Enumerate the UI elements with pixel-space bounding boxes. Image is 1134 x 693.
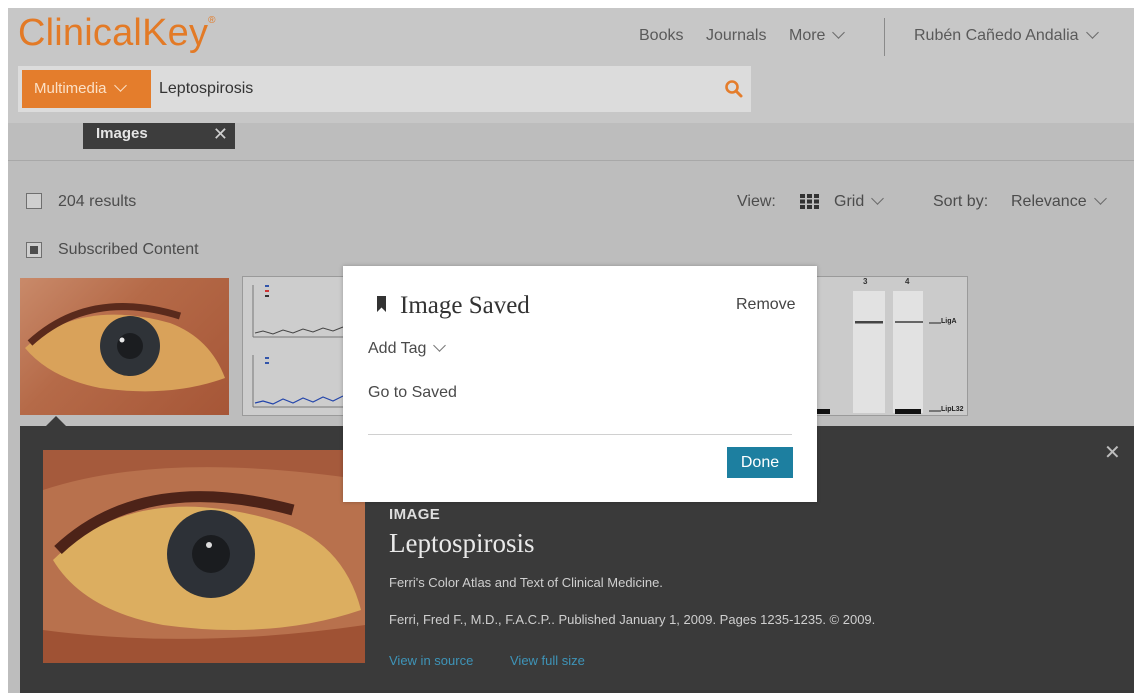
grid-icon [800, 194, 819, 209]
subscribed-content-label: Subscribed Content [58, 241, 199, 258]
detail-citation: Ferri, Fred F., M.D., F.A.C.P.. Publishe… [389, 612, 876, 627]
dialog-title: Image Saved [400, 292, 530, 319]
view-in-source-link[interactable]: View in source [389, 653, 473, 668]
sort-value: Relevance [1011, 193, 1087, 210]
thumbnail-eye-image[interactable] [20, 278, 229, 415]
chevron-down-icon [433, 339, 447, 352]
search-icon[interactable] [724, 79, 744, 99]
chevron-down-icon [871, 192, 885, 205]
app-frame: ClinicalKey® Books Journals More Rubén C… [8, 8, 1134, 693]
close-icon[interactable]: ✕ [1104, 440, 1121, 465]
detail-eye-image[interactable] [43, 450, 365, 663]
results-count: 204 results [58, 193, 137, 210]
blot-band-label: LipL32 [941, 406, 964, 413]
filter-chip-images: Images ✕ [83, 123, 235, 149]
header: ClinicalKey® Books Journals More Rubén C… [8, 8, 1134, 123]
eye-illustration [25, 303, 225, 392]
chevron-down-icon [1085, 26, 1099, 39]
add-tag-dropdown[interactable]: Add Tag [368, 339, 447, 358]
chevron-down-icon [1093, 192, 1107, 205]
view-value: Grid [834, 193, 865, 210]
go-to-saved-link[interactable]: Go to Saved [368, 384, 457, 402]
user-menu[interactable]: Rubén Cañedo Andalia [914, 26, 1099, 45]
nav-more[interactable]: More [789, 26, 846, 45]
nav-divider [884, 18, 885, 56]
chevron-down-icon [113, 79, 127, 92]
search-scope-label: Multimedia [34, 80, 107, 97]
sort-select[interactable]: Relevance [1011, 192, 1107, 211]
user-name: Rubén Cañedo Andalia [914, 27, 1079, 44]
image-saved-dialog: Image Saved Remove Add Tag Go to Saved D… [343, 266, 817, 502]
chevron-down-icon [832, 26, 846, 39]
filter-chip-label: Images [96, 125, 148, 142]
graph-illustration [252, 285, 348, 408]
eye-illustration-large [43, 450, 365, 663]
detail-source: Ferri's Color Atlas and Text of Clinical… [389, 575, 663, 590]
remove-link[interactable]: Remove [736, 296, 796, 314]
detail-type-label: IMAGE [389, 506, 441, 523]
sort-label: Sort by: [933, 193, 989, 210]
blot-illustration [815, 291, 941, 414]
nav-more-label: More [789, 27, 826, 44]
view-full-size-link[interactable]: View full size [510, 653, 585, 668]
dialog-divider [368, 434, 792, 435]
search-bar: Multimedia Leptospirosis [18, 66, 751, 112]
close-icon[interactable]: ✕ [213, 123, 228, 145]
search-scope-select[interactable]: Multimedia [22, 70, 151, 108]
view-label: View: [737, 193, 776, 210]
view-select[interactable]: Grid [834, 192, 885, 211]
thumbnail-graph-image[interactable] [242, 276, 352, 416]
blot-band-label: LigA [941, 318, 957, 325]
search-input[interactable]: Leptospirosis [159, 80, 253, 98]
divider [8, 160, 1134, 161]
detail-title: Leptospirosis [389, 528, 535, 558]
nav-books[interactable]: Books [639, 27, 683, 45]
nav-journals[interactable]: Journals [706, 27, 766, 45]
selection-pointer [46, 416, 66, 426]
clinicalkey-logo[interactable]: ClinicalKey® [18, 14, 216, 52]
select-all-checkbox[interactable] [26, 193, 42, 209]
done-button[interactable]: Done [727, 447, 793, 478]
registered-mark: ® [208, 15, 216, 26]
bookmark-icon [377, 296, 386, 312]
thumbnail-western-blot-image[interactable]: 3 4 LigA LipL32 [812, 276, 968, 416]
subscribed-content-checkbox[interactable] [26, 242, 42, 258]
add-tag-label: Add Tag [368, 340, 427, 357]
